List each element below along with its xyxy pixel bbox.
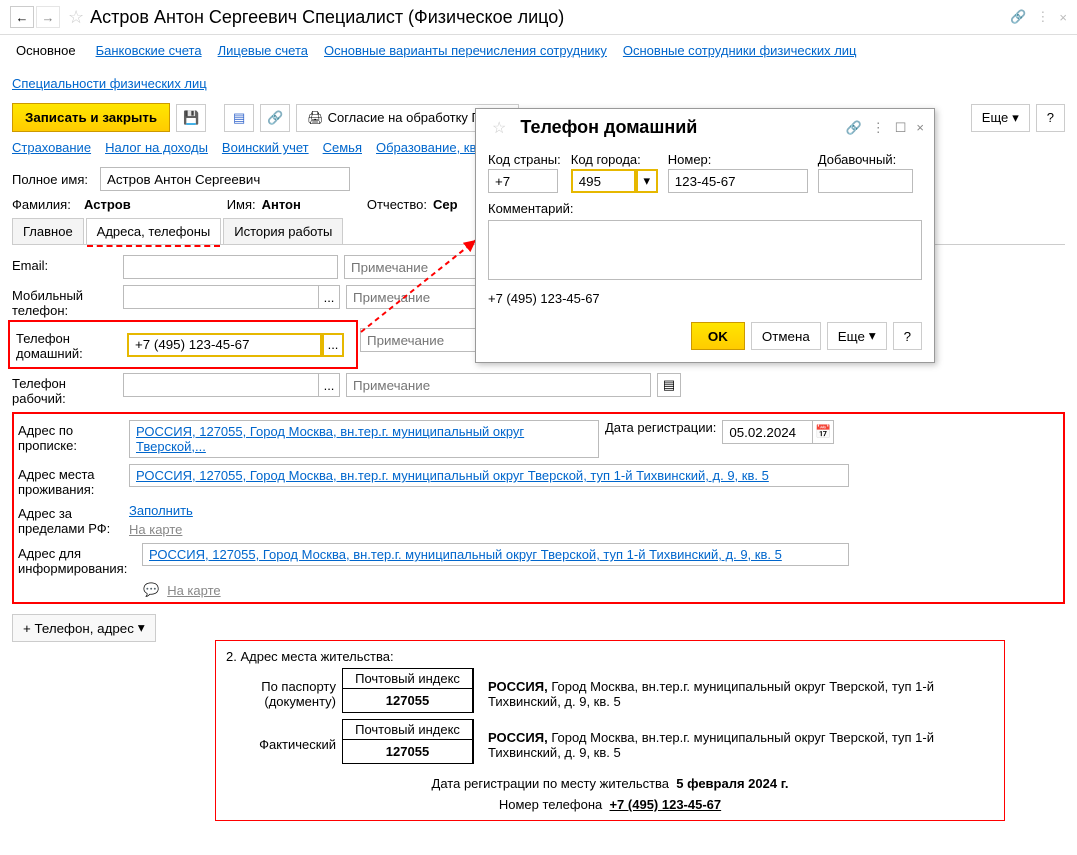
- addr-fill-link[interactable]: Заполнить: [129, 503, 193, 518]
- callout-section-title: 2. Адрес места жительства:: [226, 649, 994, 664]
- middle-label: Отчество:: [367, 197, 427, 212]
- calendar-icon[interactable]: 📅: [812, 420, 834, 444]
- addr-reg-field[interactable]: РОССИЯ, 127055, Город Москва, вн.тер.г. …: [129, 420, 599, 458]
- attach-icon-button[interactable]: 🔗: [260, 104, 290, 132]
- mobile-dots[interactable]: ...: [318, 285, 340, 309]
- reg-date-input[interactable]: [722, 420, 812, 444]
- nav-back[interactable]: ←: [10, 6, 34, 28]
- city-code-label: Код города:: [571, 152, 658, 167]
- city-code-input[interactable]: [571, 169, 636, 193]
- kebab-icon[interactable]: ⋮: [1036, 9, 1049, 25]
- country-code-label: Код страны:: [488, 152, 561, 167]
- passport-label: По паспорту (документу): [226, 679, 336, 709]
- add-contact-button[interactable]: + Телефон, адрес ▾: [12, 614, 156, 642]
- email-input[interactable]: [123, 255, 338, 279]
- popup-cancel-button[interactable]: Отмена: [751, 322, 821, 350]
- comment-textarea[interactable]: [488, 220, 922, 280]
- addr-reg-label: Адрес по прописке:: [18, 420, 123, 453]
- middle-value: Сер: [433, 197, 458, 212]
- popup-help-button[interactable]: ?: [893, 322, 922, 350]
- phone-preview: +7 (495) 123-45-67: [488, 291, 922, 306]
- list-icon-button[interactable]: ▤: [224, 104, 254, 132]
- passport-address: РОССИЯ, Город Москва, вн.тер.г. муниципа…: [480, 675, 994, 713]
- nav-transfer[interactable]: Основные варианты перечисления сотрудник…: [324, 43, 607, 58]
- popup-link-icon[interactable]: 🔗: [846, 120, 862, 136]
- nav-employees[interactable]: Основные сотрудники физических лиц: [623, 43, 857, 58]
- popup-close-icon[interactable]: ×: [916, 120, 924, 136]
- link-icon[interactable]: 🔗: [1010, 9, 1026, 25]
- fact-address: РОССИЯ, Город Москва, вн.тер.г. муниципа…: [480, 726, 994, 764]
- reg-date-label: Дата регистрации:: [605, 420, 716, 435]
- link-education[interactable]: Образование, ква: [376, 140, 483, 155]
- link-tax[interactable]: Налог на доходы: [105, 140, 208, 155]
- work-options-icon[interactable]: ▤: [657, 373, 681, 397]
- popup-star-icon[interactable]: ☆: [492, 118, 506, 138]
- mobile-label: Мобильный телефон:: [12, 285, 117, 318]
- map-link-2[interactable]: На карте: [167, 583, 220, 598]
- close-window-icon[interactable]: ×: [1059, 10, 1067, 25]
- addr-notify-field[interactable]: РОССИЯ, 127055, Город Москва, вн.тер.г. …: [142, 543, 849, 566]
- lastname-label: Фамилия:: [12, 197, 78, 212]
- nav-main[interactable]: Основное: [12, 41, 80, 60]
- city-code-dropdown[interactable]: ▾: [636, 169, 658, 193]
- tab-addresses[interactable]: Адреса, телефоны: [86, 218, 222, 244]
- nav-licev[interactable]: Лицевые счета: [218, 43, 308, 58]
- work-note[interactable]: [346, 373, 651, 397]
- printer-icon: 🖨: [307, 110, 324, 126]
- comment-label: Комментарий:: [488, 201, 922, 216]
- work-label: Телефон рабочий:: [12, 373, 117, 406]
- work-dots[interactable]: ...: [318, 373, 340, 397]
- nav-specialties[interactable]: Специальности физических лиц: [12, 76, 207, 91]
- home-phone-input[interactable]: [127, 333, 322, 357]
- fact-label: Фактический: [226, 737, 336, 752]
- link-insurance[interactable]: Страхование: [12, 140, 91, 155]
- popup-ok-button[interactable]: OK: [691, 322, 745, 350]
- link-family[interactable]: Семья: [323, 140, 362, 155]
- page-title: Астров Антон Сергеевич Специалист (Физич…: [90, 7, 564, 28]
- addr-live-label: Адрес места проживания:: [18, 464, 123, 497]
- star-icon[interactable]: ☆: [68, 7, 84, 28]
- firstname-label: Имя:: [227, 197, 256, 212]
- note-icon: 💬: [143, 582, 159, 598]
- map-link-1[interactable]: На карте: [129, 522, 193, 537]
- nav-bank[interactable]: Банковские счета: [96, 43, 202, 58]
- tab-history[interactable]: История работы: [223, 218, 343, 244]
- link-military[interactable]: Воинский учет: [222, 140, 309, 155]
- save-close-button[interactable]: Записать и закрыть: [12, 103, 170, 132]
- popup-more-button[interactable]: Еще ▾: [827, 322, 887, 350]
- email-label: Email:: [12, 255, 117, 273]
- popup-max-icon[interactable]: ☐: [895, 120, 907, 136]
- popup-kebab-icon[interactable]: ⋮: [872, 120, 885, 136]
- home-phone-label: Телефон домашний:: [16, 328, 121, 361]
- home-phone-dots[interactable]: ...: [322, 333, 344, 357]
- addr-live-field[interactable]: РОССИЯ, 127055, Город Москва, вн.тер.г. …: [129, 464, 849, 487]
- full-name-label: Полное имя:: [12, 172, 94, 187]
- number-input[interactable]: [668, 169, 808, 193]
- nav-fwd[interactable]: →: [36, 6, 60, 28]
- lastname-value: Астров: [84, 197, 131, 212]
- addr-abroad-label: Адрес за пределами РФ:: [18, 503, 123, 536]
- firstname-value: Антон: [262, 197, 301, 212]
- ext-input[interactable]: [818, 169, 913, 193]
- number-label: Номер:: [668, 152, 808, 167]
- ext-label: Добавочный:: [818, 152, 913, 167]
- more-button[interactable]: Еще ▾: [971, 104, 1030, 132]
- full-name-input[interactable]: [100, 167, 350, 191]
- country-code-input[interactable]: [488, 169, 558, 193]
- addr-notify-label: Адрес для информирования:: [18, 543, 136, 576]
- save-icon[interactable]: 💾: [176, 104, 206, 132]
- work-input[interactable]: [123, 373, 318, 397]
- tab-main[interactable]: Главное: [12, 218, 84, 244]
- popup-title: Телефон домашний: [520, 117, 697, 138]
- mobile-input[interactable]: [123, 285, 318, 309]
- help-button[interactable]: ?: [1036, 104, 1065, 132]
